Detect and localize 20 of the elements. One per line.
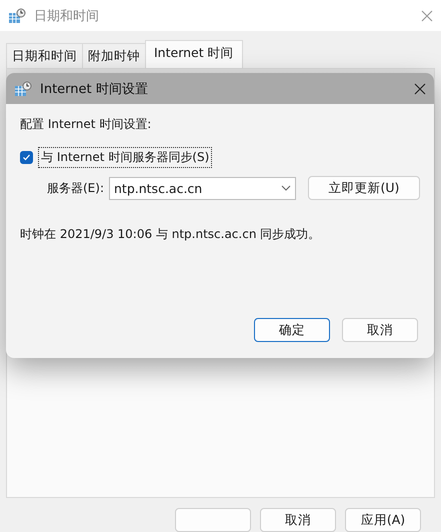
- checkmark-icon: [22, 153, 31, 162]
- checkbox-label[interactable]: 与 Internet 时间服务器同步(S): [38, 147, 212, 168]
- chevron-down-icon: [280, 185, 291, 191]
- server-label: 服务器(E):: [47, 180, 104, 196]
- server-combobox[interactable]: ntp.ntsc.ac.cn: [109, 176, 296, 200]
- window-title: 日期和时间: [34, 8, 99, 24]
- tab[interactable]: 日期和时间: [6, 43, 83, 68]
- close-icon[interactable]: [414, 82, 426, 94]
- clock-icon: [14, 80, 32, 96]
- dialog-button[interactable]: 取消: [260, 508, 336, 532]
- sync-status-text: 时钟在 2021/9/3 10:06 与 ntp.ntsc.ac.cn 同步成功。: [20, 226, 322, 243]
- tab[interactable]: Internet 时间: [145, 40, 243, 68]
- update-now-button[interactable]: 立即更新(U): [308, 176, 420, 200]
- dialog-button[interactable]: 确定: [254, 318, 330, 342]
- checkbox[interactable]: [20, 151, 33, 164]
- dialog-button[interactable]: 取消: [342, 318, 418, 342]
- clock-icon: [8, 8, 26, 24]
- dialog-title: Internet 时间设置: [40, 80, 148, 98]
- dialog-button[interactable]: 应用(A): [345, 508, 421, 532]
- section-heading: 配置 Internet 时间设置:: [20, 116, 152, 133]
